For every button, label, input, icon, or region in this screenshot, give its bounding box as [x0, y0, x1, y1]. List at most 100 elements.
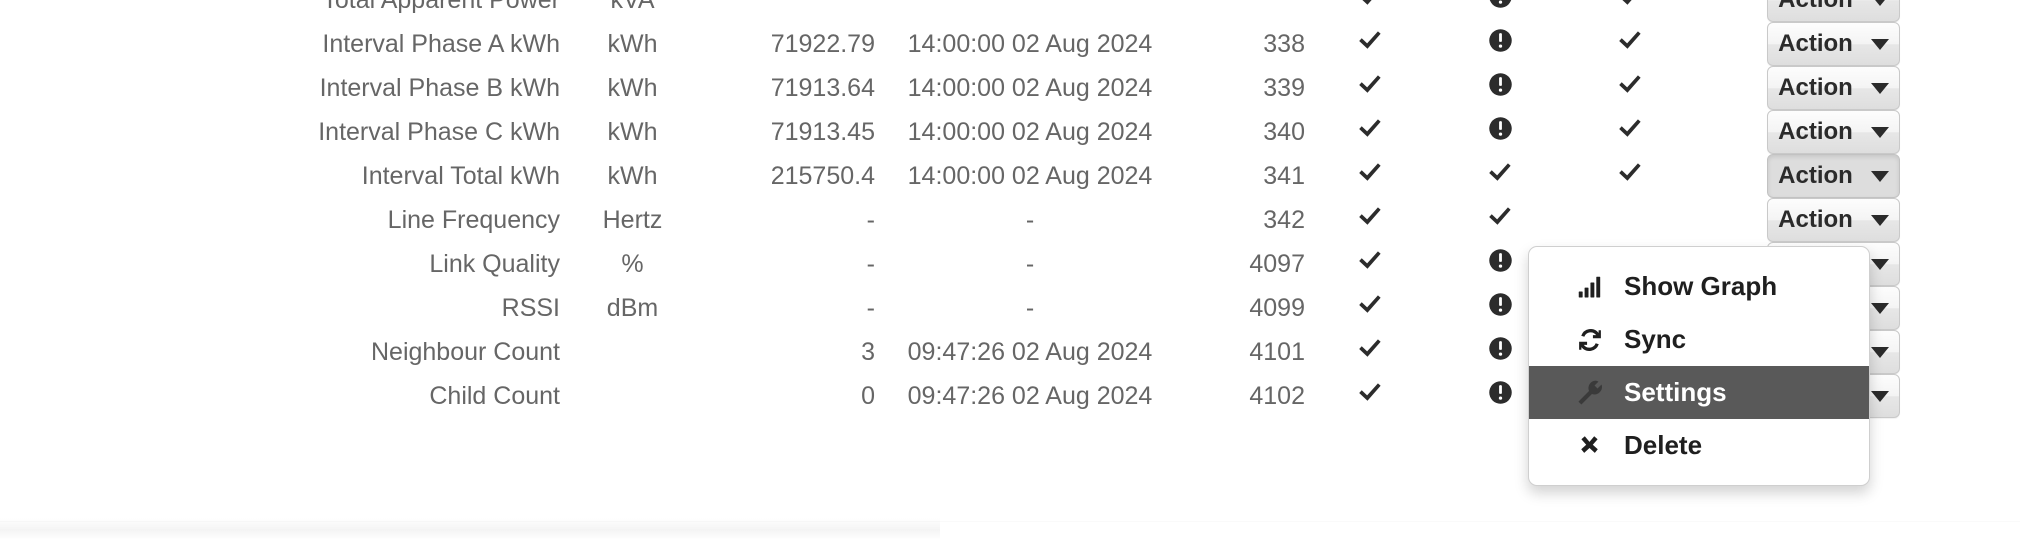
- cell-time: 14:00:00 02 Aug 2024: [907, 73, 1153, 102]
- cell-time: 09:47:26 02 Aug 2024: [907, 337, 1153, 366]
- menu-item-label: Sync: [1624, 324, 1687, 354]
- cell-value: -: [866, 293, 875, 322]
- check-icon: [1357, 291, 1384, 318]
- action-button[interactable]: Action: [1767, 22, 1900, 66]
- chevron-down-icon: [1870, 390, 1889, 402]
- action-button[interactable]: Action: [1767, 154, 1900, 198]
- cell-action: Action: [1695, 110, 1900, 154]
- cell-value: [705, 0, 875, 22]
- cell-action: Action: [1695, 154, 1900, 198]
- cell-name: Neighbour Count: [370, 337, 560, 366]
- action-button[interactable]: Action: [1767, 110, 1900, 154]
- cell-name: Link Quality: [429, 249, 560, 278]
- chevron-down-icon: [1870, 38, 1889, 50]
- menu-item-label: Settings: [1624, 377, 1727, 407]
- status-check-icon: [1305, 66, 1435, 110]
- cell-action: Action: [1695, 22, 1900, 66]
- cell-value: 71913.45: [770, 117, 875, 146]
- cell-id: 341: [1263, 161, 1305, 190]
- cell-name: RSSI: [501, 293, 560, 322]
- cell-time: [875, 0, 1185, 22]
- menu-item-show-graph[interactable]: Show Graph: [1529, 260, 1869, 313]
- status-check-icon: [1305, 374, 1435, 418]
- chevron-down-icon: [1870, 126, 1889, 138]
- check-icon: [1357, 71, 1384, 98]
- cell-id: 4099: [1249, 293, 1305, 322]
- action-button-label: Action: [1778, 74, 1853, 101]
- check-icon: [1617, 0, 1644, 10]
- menu-item-settings[interactable]: Settings: [1529, 366, 1869, 419]
- status-check-icon: [1565, 110, 1695, 154]
- table-row: Interval Phase B kWh kWh 71913.64 14:00:00 …: [0, 66, 1900, 110]
- cell-id: [1185, 0, 1305, 22]
- check-icon: [1617, 159, 1644, 186]
- alert-circle-icon: [1488, 0, 1513, 9]
- menu-item-delete[interactable]: Delete: [1529, 419, 1869, 472]
- cell-name: Interval Phase B kWh: [319, 73, 560, 102]
- table-row: Line Frequency Hertz - - 342 Action: [0, 198, 1900, 242]
- action-button-label: Action: [1778, 0, 1853, 14]
- check-icon: [1487, 159, 1514, 186]
- cell-unit: [560, 330, 705, 374]
- cell-time: 14:00:00 02 Aug 2024: [907, 117, 1153, 146]
- table-row: Total Apparent PowerkVA Action: [0, 0, 1900, 22]
- cell-unit: Hertz: [602, 205, 663, 234]
- check-icon: [1357, 203, 1384, 230]
- cell-value: -: [866, 249, 875, 278]
- action-button[interactable]: Action: [1767, 0, 1900, 22]
- status-alert-icon: [1435, 110, 1565, 154]
- action-button[interactable]: Action: [1767, 66, 1900, 110]
- cell-action: Action: [1695, 198, 1900, 242]
- status-check-icon: [1435, 198, 1565, 242]
- check-icon: [1357, 27, 1384, 54]
- action-button-label: Action: [1778, 206, 1853, 233]
- cell-name: Interval Total kWh: [361, 161, 560, 190]
- cell-id: 339: [1263, 73, 1305, 102]
- status-empty: [1565, 198, 1695, 242]
- cell-value: 71922.79: [770, 29, 875, 58]
- check-icon: [1617, 115, 1644, 142]
- status-check-icon: [1565, 22, 1695, 66]
- action-dropdown-menu[interactable]: Show Graph Sync Settings Delete: [1528, 246, 1870, 486]
- cell-value: 71913.64: [770, 73, 875, 102]
- table-row: Interval Total kWh kWh 215750.4 14:00:00 02…: [0, 154, 1900, 198]
- menu-item-sync[interactable]: Sync: [1529, 313, 1869, 366]
- chevron-down-icon: [1870, 0, 1889, 6]
- cell-name: Interval Phase C kWh: [318, 117, 560, 146]
- cell-value: 215750.4: [770, 161, 875, 190]
- cell-time: -: [1025, 205, 1035, 234]
- status-alert-icon: [1435, 22, 1565, 66]
- table-row: Interval Phase A kWh kWh 71922.79 14:00:00 …: [0, 22, 1900, 66]
- check-icon: [1617, 27, 1644, 54]
- menu-item-label: Show Graph: [1624, 271, 1778, 301]
- alert-circle-icon: [1488, 336, 1513, 361]
- cell-id: 4102: [1249, 381, 1305, 410]
- status-check-icon: [1305, 286, 1435, 330]
- chevron-down-icon: [1870, 214, 1889, 226]
- alert-circle-icon: [1488, 28, 1513, 53]
- status-check-icon: [1305, 154, 1435, 198]
- alert-circle-icon: [1488, 380, 1513, 405]
- chevron-down-icon: [1870, 258, 1889, 270]
- status-check-icon: [1305, 198, 1435, 242]
- x-mark-icon: [1577, 433, 1611, 458]
- check-icon: [1357, 335, 1384, 362]
- wrench-icon: [1577, 380, 1611, 406]
- status-check-icon: [1305, 330, 1435, 374]
- cell-time: 14:00:00 02 Aug 2024: [907, 29, 1153, 58]
- status-alert-icon: [1435, 0, 1565, 22]
- cell-name: Total Apparent Power: [0, 0, 560, 22]
- cell-unit: kVA: [560, 0, 705, 22]
- chevron-down-icon: [1870, 346, 1889, 358]
- cell-value: 0: [861, 381, 875, 410]
- cell-unit: kWh: [607, 73, 658, 102]
- cell-unit: [560, 374, 705, 418]
- action-button[interactable]: Action: [1767, 198, 1900, 242]
- status-check-icon: [1305, 0, 1435, 22]
- menu-item-label: Delete: [1624, 430, 1703, 460]
- action-button-label: Action: [1778, 118, 1853, 145]
- status-check-icon: [1565, 66, 1695, 110]
- check-icon: [1357, 0, 1384, 10]
- cell-id: 338: [1263, 29, 1305, 58]
- cell-time: 09:47:26 02 Aug 2024: [907, 381, 1153, 410]
